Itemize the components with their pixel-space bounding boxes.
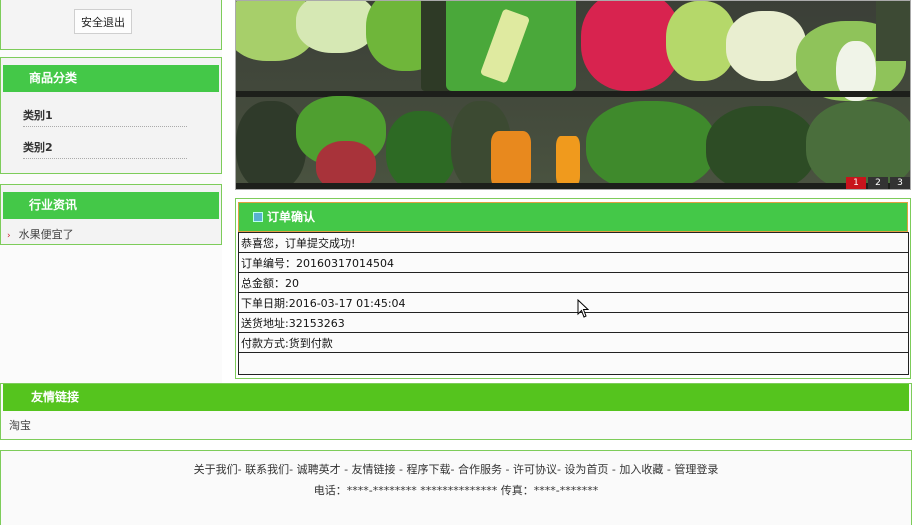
order-number-value: 20160317014504 [296,256,394,270]
table-row: 下单日期:2016-03-17 01:45:04 [238,292,909,313]
footer-contact: 电话：****-******** ************** 传真：****-… [1,482,911,498]
fax-label: 传真： [500,484,534,497]
produce-shape [236,101,306,189]
produce-shape [556,136,580,186]
table-row: 总金额：20 [238,272,909,293]
fax-value: ****-******* [533,484,599,497]
category-panel-title: 商品分类 [3,65,219,92]
order-success-message: 恭喜您，订单提交成功! [238,232,909,253]
order-total-label: 总金额： [241,276,285,290]
produce-shape [491,131,531,189]
category-item-2[interactable]: 类别2 [23,138,187,159]
order-total-value: 20 [285,276,299,290]
category-panel: 商品分类 类别1 类别2 [0,57,222,174]
produce-shape [876,1,910,61]
payment-method-value: 货到付款 [288,336,333,350]
footer-link-admin-login[interactable]: 管理登录 [674,463,718,476]
left-sidebar: 安全退出 商品分类 类别1 类别2 行业资讯 › 水果便宜了 [0,0,222,383]
logout-button[interactable]: 安全退出 [74,9,132,34]
produce-shape [296,1,376,53]
order-title: 订单确认 [267,210,316,224]
table-row: 恭喜您，订单提交成功! [238,232,909,253]
banner-image: 1 2 3 [235,0,911,190]
pager-1-button[interactable]: 1 [846,177,866,189]
banner-pager: 1 2 3 [844,177,910,189]
footer-link-jobs[interactable]: 诚聘英才 [297,463,341,476]
news-item[interactable]: › 水果便宜了 [7,227,74,243]
footer-link-about[interactable]: 关于我们 [194,463,238,476]
footer-link-download[interactable]: 程序下载 [407,463,451,476]
empty-cell [238,352,909,375]
footer-link-cooperation[interactable]: 合作服务 [458,463,502,476]
square-bullet-icon [253,212,263,222]
table-row: 送货地址:32153263 [238,312,909,333]
order-panel-header: 订单确认 [238,202,908,232]
friend-link-taobao[interactable]: 淘宝 [9,417,31,433]
arrow-bullet-icon: › [7,231,11,241]
produce-shape [706,106,816,189]
news-panel-title: 行业资讯 [3,192,219,219]
pager-3-button[interactable]: 3 [890,177,910,189]
news-item-label: 水果便宜了 [18,228,74,241]
produce-shape [726,11,806,81]
delivery-address-label: 送货地址: [241,316,289,330]
table-row: 订单编号：20160317014504 [238,252,909,273]
friend-links-panel: 友情链接 淘宝 [0,383,912,440]
category-item-1[interactable]: 类别1 [23,106,187,127]
news-panel: 行业资讯 › 水果便宜了 [0,184,222,245]
phone-value: ****-******** ************** [346,484,498,497]
produce-shape [386,111,456,189]
friend-links-title: 友情链接 [3,384,909,411]
produce-shape [586,101,716,189]
mouse-cursor-icon [577,299,589,318]
payment-method-label: 付款方式: [241,336,289,350]
shelf-divider [236,183,910,189]
order-details-table: 恭喜您，订单提交成功! 订单编号：20160317014504 总金额：20 下… [238,232,909,375]
footer-link-friends[interactable]: 友情链接 [352,463,396,476]
pager-2-button[interactable]: 2 [868,177,888,189]
order-date-label: 下单日期: [241,296,289,310]
footer-link-contact[interactable]: 联系我们 [245,463,289,476]
footer-link-bookmark[interactable]: 加入收藏 [619,463,663,476]
order-date-value: 2016-03-17 01:45:04 [288,296,406,310]
logout-panel: 安全退出 [0,0,222,50]
table-row [238,352,909,375]
table-row: 付款方式:货到付款 [238,332,909,353]
footer: 关于我们- 联系我们- 诚聘英才 - 友情链接 - 程序下载- 合作服务 - 许… [0,450,912,525]
footer-link-license[interactable]: 许可协议 [513,463,557,476]
order-confirmation-panel: 订单确认 恭喜您，订单提交成功! 订单编号：20160317014504 总金额… [235,198,911,379]
order-number-label: 订单编号： [241,256,296,270]
phone-label: 电话： [313,484,347,497]
delivery-address-value: 32153263 [288,316,345,330]
footer-link-set-home[interactable]: 设为首页 [564,463,608,476]
footer-nav: 关于我们- 联系我们- 诚聘英才 - 友情链接 - 程序下载- 合作服务 - 许… [193,463,719,476]
